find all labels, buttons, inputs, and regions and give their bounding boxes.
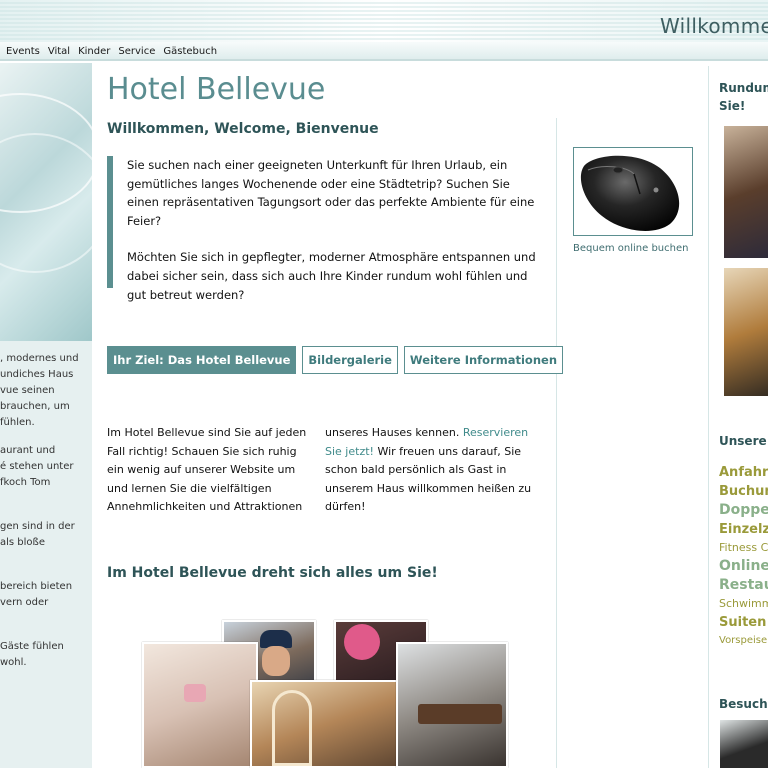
left-hero-image <box>0 63 92 341</box>
online-booking-caption[interactable]: Bequem online buchen <box>573 243 688 254</box>
right-tag-links: Anfahrt Buchung Doppel Einzelz Fitness C… <box>719 463 768 650</box>
photo-spa-woman <box>142 642 258 768</box>
content-tabs: Ihr Ziel: Das Hotel Bellevue Bildergaler… <box>107 346 564 374</box>
sidebar-text-line: als bloße <box>0 537 45 548</box>
left-sidebar: , modernes und undiches Haus vue seinen … <box>0 63 92 768</box>
right-intro-heading: Rundum Sie! <box>719 79 768 115</box>
photo-couple <box>724 126 768 258</box>
intro-quote: Sie suchen nach einer geeigneten Unterku… <box>107 156 545 302</box>
sidebar-text-line: gen sind in der <box>0 521 75 532</box>
right-link-online[interactable]: Online- <box>719 557 768 576</box>
right-link-doppel[interactable]: Doppel <box>719 501 768 520</box>
sidebar-text-line: vue seinen <box>0 385 55 396</box>
intro-paragraph-1: Sie suchen nach einer geeigneten Unterku… <box>127 158 535 228</box>
sidebar-spacer <box>0 491 92 519</box>
sidebar-text-line: brauchen, um <box>0 401 70 412</box>
right-link-buchung[interactable]: Buchung <box>719 482 768 501</box>
tab-weitere-informationen[interactable]: Weitere Informationen <box>403 346 564 374</box>
photo-chef <box>720 720 768 768</box>
right-link-einzel[interactable]: Einzelz <box>719 520 768 539</box>
sidebar-text-line: vern oder <box>0 597 49 608</box>
sidebar-text-line: aurant und <box>0 445 56 456</box>
nav-item-events[interactable]: Events <box>6 46 40 57</box>
body-text: unseres Hauses kennen. <box>325 426 460 439</box>
right-link-restaurant[interactable]: Restau <box>719 576 768 595</box>
sidebar-text-line: é stehen unter <box>0 461 74 472</box>
sidebar-text-line: fühlen. <box>0 417 35 428</box>
right-intro-line: Rundum <box>719 81 768 95</box>
sidebar-text-line: bereich bieten <box>0 581 73 592</box>
right-link-anfahrt[interactable]: Anfahrt <box>719 463 768 482</box>
right-intro-line: Sie! <box>719 99 746 113</box>
column-divider <box>556 118 557 768</box>
nav-item-vital[interactable]: Vital <box>48 46 70 57</box>
sidebar-text-line: fkoch Tom <box>0 477 51 488</box>
photo-child <box>724 268 768 396</box>
sidebar-spacer <box>0 431 92 443</box>
sidebar-spacer <box>0 551 92 579</box>
computer-mouse-icon <box>580 155 680 231</box>
right-links-heading: Unsere l <box>719 434 768 448</box>
online-booking-image[interactable] <box>573 147 693 236</box>
right-visit-heading: Besuche <box>719 697 768 711</box>
photo-hotel-room <box>250 680 402 768</box>
nav-item-service[interactable]: Service <box>118 46 155 57</box>
photo-collage <box>140 620 510 768</box>
sidebar-text-line: undiches Haus <box>0 369 74 380</box>
right-link-suiten[interactable]: Suiten T <box>719 613 768 632</box>
right-link-schwimm[interactable]: Schwimm <box>719 595 768 613</box>
header-banner: Willkommen <box>0 0 768 42</box>
body-text-column-2: unseres Hauses kennen. Reservieren Sie j… <box>325 424 540 517</box>
decorative-arc <box>0 133 92 273</box>
tab-ihr-ziel[interactable]: Ihr Ziel: Das Hotel Bellevue <box>107 346 297 374</box>
page-subtitle: Willkommen, Welcome, Bienvenue <box>107 121 379 137</box>
header-welcome-text: Willkommen <box>660 14 768 38</box>
photo-conference-room <box>396 642 508 768</box>
right-link-vorspeise[interactable]: Vorspeise <box>719 632 768 650</box>
header-pattern <box>0 0 768 42</box>
nav-item-kinder[interactable]: Kinder <box>78 46 110 57</box>
sidebar-text-line: wohl. <box>0 657 27 668</box>
right-link-fitness[interactable]: Fitness C <box>719 539 768 557</box>
body-text-column-1: Im Hotel Bellevue sind Sie auf jeden Fal… <box>107 426 307 513</box>
nav-list: Events Vital Kinder Service Gästebuch <box>0 42 768 61</box>
main-navigation: Events Vital Kinder Service Gästebuch <box>0 42 768 61</box>
sidebar-text-line: , modernes und <box>0 353 79 364</box>
intro-paragraph-2: Möchten Sie sich in gepflegter, moderner… <box>127 250 536 302</box>
nav-item-gaestebuch[interactable]: Gästebuch <box>163 46 217 57</box>
left-sidebar-text: , modernes und undiches Haus vue seinen … <box>0 351 92 671</box>
sidebar-spacer <box>0 611 92 639</box>
column-divider <box>708 66 709 768</box>
sidebar-text-line: Gäste fühlen <box>0 641 64 652</box>
section-heading: Im Hotel Bellevue dreht sich alles um Si… <box>107 565 438 581</box>
tab-bildergalerie[interactable]: Bildergalerie <box>302 346 398 374</box>
page-title: Hotel Bellevue <box>107 72 326 107</box>
